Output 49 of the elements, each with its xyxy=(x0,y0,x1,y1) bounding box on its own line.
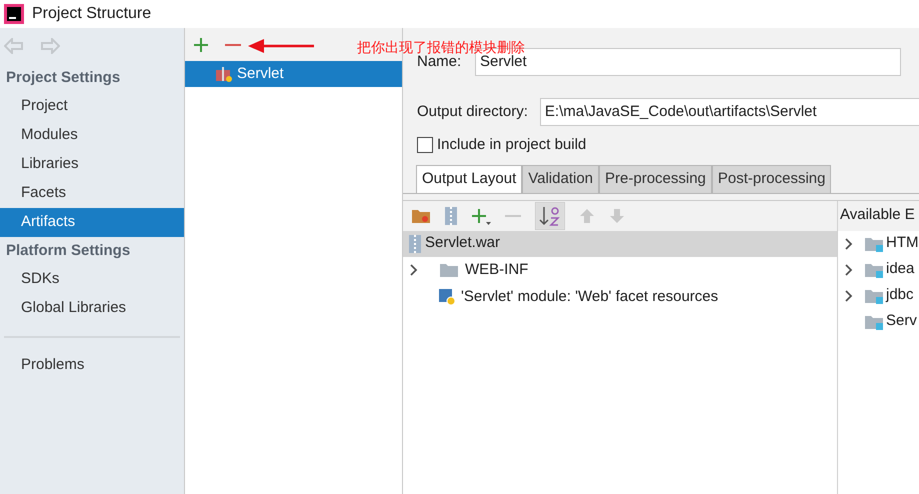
chevron-icon[interactable] xyxy=(844,238,854,250)
sidebar-item[interactable]: SDKs xyxy=(0,265,184,294)
artifact-item[interactable]: Servlet xyxy=(185,61,402,87)
tree-row[interactable]: Servlet.war xyxy=(403,230,837,256)
chevron-icon[interactable] xyxy=(844,264,854,276)
gift-icon xyxy=(215,65,233,83)
folder-icon xyxy=(439,262,459,278)
available-item[interactable]: Serv xyxy=(838,308,919,334)
folder-icon xyxy=(864,262,884,278)
add-icon[interactable] xyxy=(193,36,209,52)
remove-icon[interactable] xyxy=(225,42,241,46)
sort-icon[interactable] xyxy=(535,202,565,230)
add-icon[interactable] xyxy=(471,206,491,224)
sidebar-item[interactable]: Project xyxy=(0,92,184,121)
available-item[interactable]: jdbc xyxy=(838,282,919,308)
annotation-arrow xyxy=(248,39,314,53)
include-checkbox[interactable] xyxy=(417,137,433,154)
tree-row[interactable]: 'Servlet' module: 'Web' facet resources xyxy=(403,284,837,310)
sidebar-item[interactable]: Facets xyxy=(0,179,184,208)
chevron-icon[interactable] xyxy=(844,290,854,302)
sidebar-item[interactable]: Problems xyxy=(0,351,184,380)
tab[interactable]: Pre-processing xyxy=(599,164,712,192)
folder-add-icon[interactable] xyxy=(411,208,431,224)
archive-icon xyxy=(409,234,421,252)
section-header: Platform Settings xyxy=(5,240,132,261)
sidebar-item[interactable]: Artifacts xyxy=(0,208,184,237)
available-item[interactable]: HTM xyxy=(838,230,919,256)
folder-icon xyxy=(864,236,884,252)
output-directory-label: Output directory: xyxy=(417,102,528,122)
tab[interactable]: Validation xyxy=(522,164,600,192)
folder-icon xyxy=(864,314,884,330)
output-directory-field[interactable]: E:\ma\JavaSE_Code\out\artifacts\Servlet xyxy=(540,98,919,126)
folder-icon xyxy=(864,288,884,304)
app-logo-icon xyxy=(4,4,24,24)
tree-row[interactable]: WEB-INF xyxy=(403,256,837,284)
name-label: Name: xyxy=(417,52,462,72)
window-title: Project Structure xyxy=(32,4,152,24)
module-icon xyxy=(439,289,455,305)
sidebar-item[interactable]: Modules xyxy=(0,121,184,150)
archive-icon[interactable] xyxy=(445,206,457,224)
section-header: Project Settings xyxy=(5,68,122,88)
sidebar-item[interactable]: Libraries xyxy=(0,150,184,179)
chevron-icon[interactable] xyxy=(409,264,419,276)
sidebar-item[interactable]: Global Libraries xyxy=(0,294,184,323)
include-label: Include in project build xyxy=(437,135,586,155)
tab[interactable]: Output Layout xyxy=(416,164,522,192)
tab[interactable]: Post-processing xyxy=(712,164,832,192)
available-elements-label: Available E xyxy=(840,205,915,226)
available-item[interactable]: idea xyxy=(838,256,919,282)
